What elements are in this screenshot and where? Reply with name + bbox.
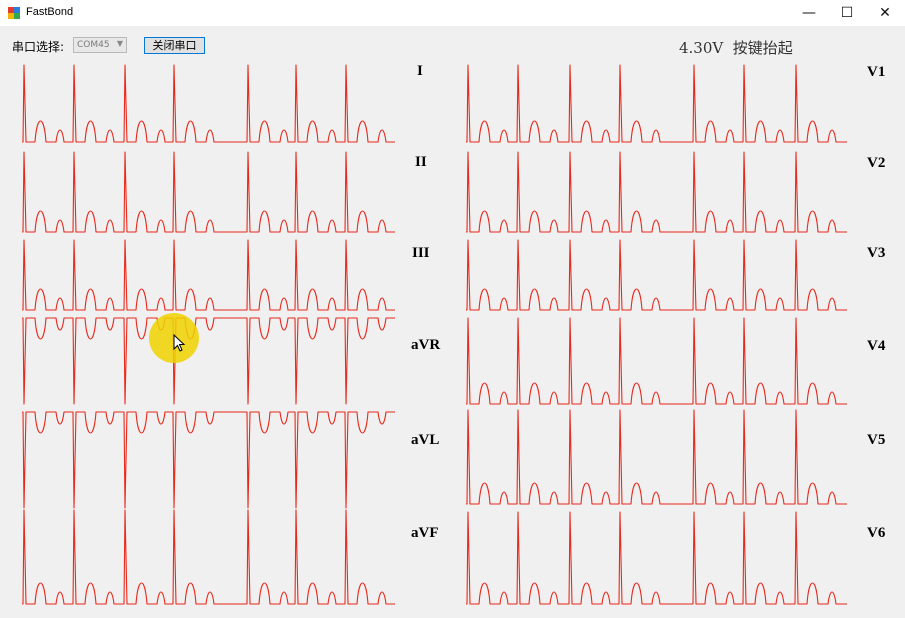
lead-label-aVL: aVL [411, 432, 440, 448]
ecg-trace-V6 [466, 511, 847, 605]
lead-label-V5: V5 [867, 432, 886, 448]
lead-label-V4: V4 [867, 338, 886, 354]
lead-label-II: II [415, 154, 427, 170]
ecg-trace-aVF [22, 509, 395, 605]
lead-label-I: I [417, 63, 423, 79]
lead-label-V1: V1 [867, 64, 886, 80]
ecg-trace-V1 [466, 64, 847, 143]
ecg-trace-V2 [466, 151, 847, 233]
ecg-trace-I [22, 64, 395, 143]
ecg-canvas [22, 64, 847, 605]
lead-label-V2: V2 [867, 155, 886, 171]
ecg-trace-III [22, 239, 395, 311]
lead-label-aVF: aVF [411, 525, 439, 541]
ecg-trace-aVR [22, 317, 395, 405]
ecg-trace-V3 [466, 239, 847, 311]
lead-label-III: III [412, 245, 430, 261]
lead-label-V6: V6 [867, 525, 886, 541]
lead-label-V3: V3 [867, 245, 886, 261]
ecg-trace-aVL [22, 411, 395, 509]
ecg-trace-II [22, 151, 395, 233]
ecg-trace-V5 [466, 409, 847, 505]
ecg-trace-V4 [466, 317, 847, 405]
mouse-pointer-icon [173, 334, 186, 352]
lead-label-aVR: aVR [411, 337, 441, 353]
